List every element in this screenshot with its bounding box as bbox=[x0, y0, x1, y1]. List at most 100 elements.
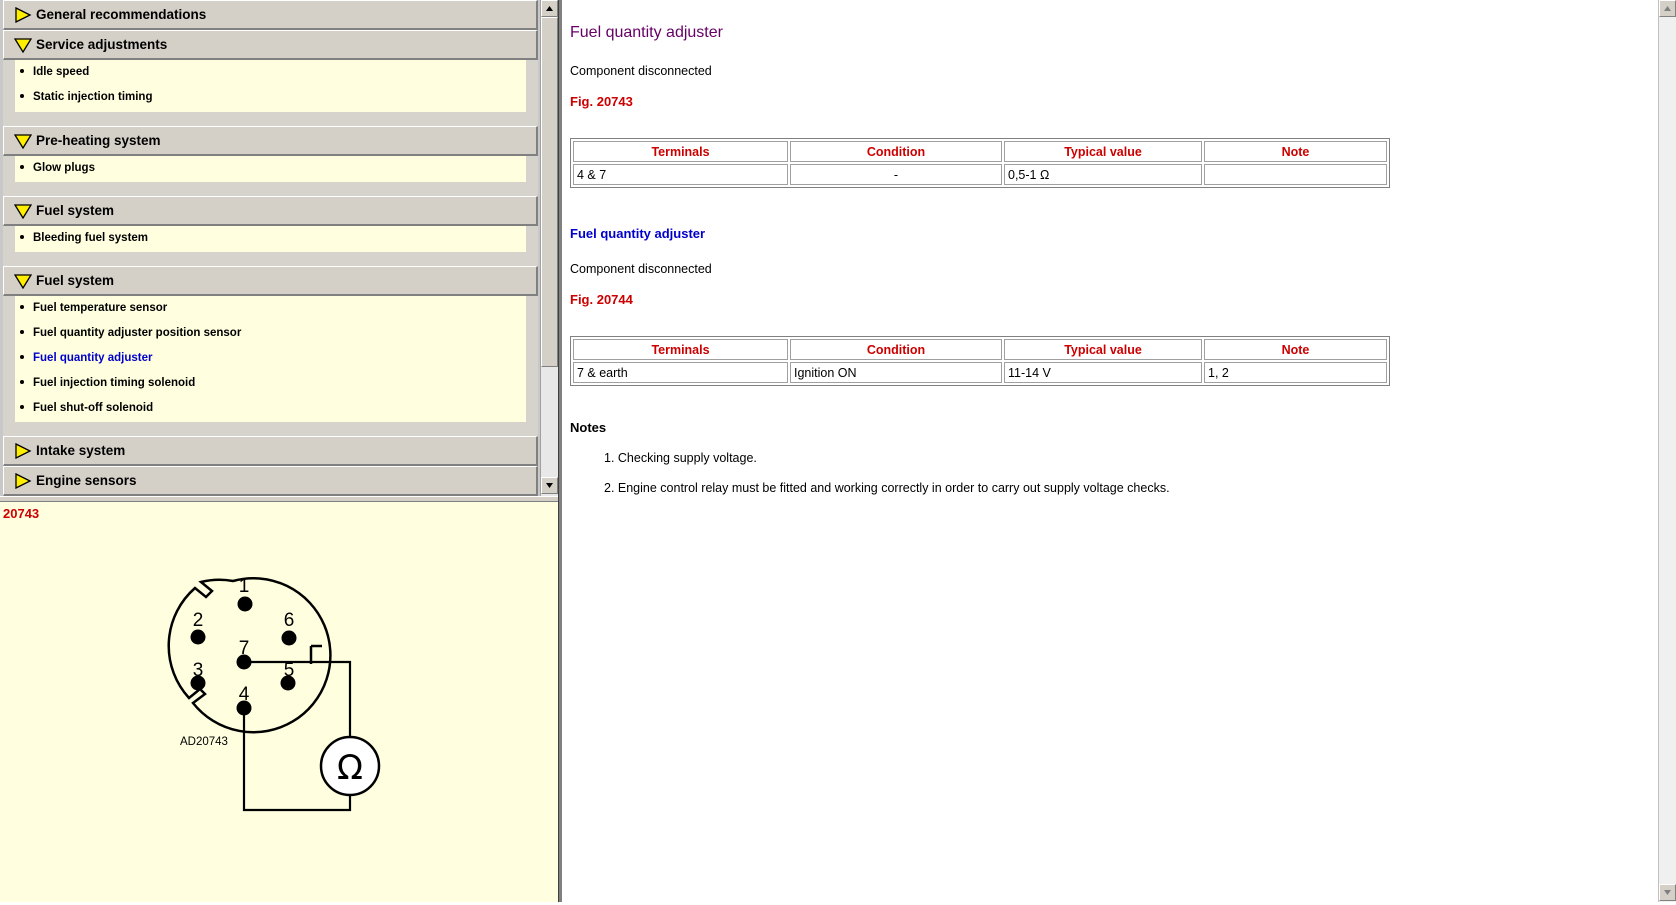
nav-item-fuel-temperature-sensor[interactable]: Fuel temperature sensor bbox=[20, 297, 167, 319]
pin-label: 1 bbox=[239, 576, 250, 597]
nav-item-bleeding-fuel-system[interactable]: Bleeding fuel system bbox=[20, 227, 148, 249]
wire-pin7 bbox=[244, 660, 352, 738]
pin-6 bbox=[281, 630, 297, 646]
notes-heading: Notes bbox=[570, 420, 607, 435]
pin-label: 3 bbox=[193, 660, 204, 681]
expand-arrow-icon bbox=[15, 473, 32, 489]
nav-item-fuel-quantity-adjuster-position-sensor[interactable]: Fuel quantity adjuster position sensor bbox=[20, 322, 241, 344]
pin-1 bbox=[237, 596, 253, 612]
nav-section-title: Fuel system bbox=[36, 203, 115, 218]
table-header: Note bbox=[1204, 339, 1387, 360]
nav-item-label: Idle speed bbox=[33, 66, 90, 78]
note-item: 2. Engine control relay must be fitted a… bbox=[604, 481, 1170, 495]
table-header: Terminals bbox=[573, 141, 788, 162]
table-header: Typical value bbox=[1004, 141, 1202, 162]
nav-section-intake-system[interactable]: Intake system bbox=[3, 436, 538, 466]
table-header: Note bbox=[1204, 141, 1387, 162]
nav-item-label: Fuel temperature sensor bbox=[33, 302, 168, 314]
table-header: Condition bbox=[790, 339, 1002, 360]
nav-section-title: Intake system bbox=[36, 443, 126, 458]
bullet-icon bbox=[20, 404, 24, 409]
nav-items-box: Fuel temperature sensor Fuel quantity ad… bbox=[15, 296, 526, 422]
nav-item-fuel-shut-off-solenoid[interactable]: Fuel shut-off solenoid bbox=[20, 397, 153, 419]
scroll-up-button[interactable] bbox=[541, 0, 558, 17]
figure-pane: 20743 1 2 3 4 5 6 7 Ω AD20743 bbox=[0, 502, 558, 902]
nav-scrollbar[interactable] bbox=[540, 0, 558, 496]
nav-items-box: Glow plugs bbox=[15, 156, 526, 182]
nav-items-box: Bleeding fuel system bbox=[15, 226, 526, 252]
scroll-down-button[interactable] bbox=[541, 477, 558, 494]
nav-section-service-adjustments[interactable]: Service adjustments bbox=[3, 30, 538, 60]
scroll-up-button[interactable] bbox=[1659, 0, 1676, 17]
nav-item-idle-speed[interactable]: Idle speed bbox=[20, 61, 89, 83]
figure-link[interactable]: Fig. 20743 bbox=[570, 94, 633, 109]
up-arrow-icon bbox=[546, 6, 553, 11]
nav-item-fuel-quantity-adjuster[interactable]: Fuel quantity adjuster bbox=[20, 347, 153, 369]
collapse-arrow-icon bbox=[14, 204, 32, 219]
table-row: 7 & earth Ignition ON 11-14 V 1, 2 bbox=[573, 362, 1387, 383]
up-arrow-icon bbox=[1664, 6, 1671, 11]
nav-section-fuel-system-1[interactable]: Fuel system bbox=[3, 196, 538, 226]
nav-section-engine-sensors[interactable]: Engine sensors bbox=[3, 466, 538, 496]
nav-item-label: Glow plugs bbox=[33, 162, 95, 174]
table-cell: 7 & earth bbox=[573, 362, 788, 383]
measurement-table-2: Terminals Condition Typical value Note 7… bbox=[570, 336, 1390, 386]
expand-arrow-icon bbox=[15, 443, 32, 459]
bullet-icon bbox=[20, 164, 24, 169]
table-cell: Ignition ON bbox=[790, 362, 1002, 383]
down-arrow-icon bbox=[546, 483, 553, 488]
pin-label: 7 bbox=[239, 638, 250, 659]
nav-items-box: Idle speed Static injection timing bbox=[15, 60, 526, 112]
nav-section-fuel-system-2[interactable]: Fuel system bbox=[3, 266, 538, 296]
nav-item-label: Static injection timing bbox=[33, 91, 153, 103]
nav-item-glow-plugs[interactable]: Glow plugs bbox=[20, 157, 95, 179]
nav-section-items: Glow plugs bbox=[3, 156, 538, 196]
condition-text: Component disconnected bbox=[570, 64, 712, 78]
nav-section-pre-heating-system[interactable]: Pre-heating system bbox=[3, 126, 538, 156]
pin-label: 4 bbox=[239, 684, 250, 705]
collapse-arrow-icon bbox=[14, 38, 32, 53]
nav-tree: General recommendations Service adjustme… bbox=[0, 0, 540, 496]
nav-section-items: Bleeding fuel system bbox=[3, 226, 538, 266]
expand-arrow-icon bbox=[15, 7, 32, 23]
table-header: Condition bbox=[790, 141, 1002, 162]
nav-section-title: General recommendations bbox=[36, 7, 207, 22]
scroll-down-button[interactable] bbox=[1659, 884, 1676, 901]
pin-2 bbox=[190, 629, 206, 645]
page-title: Fuel quantity adjuster bbox=[570, 24, 723, 41]
bullet-icon bbox=[20, 379, 24, 384]
nav-section-title: Engine sensors bbox=[36, 473, 137, 488]
table-cell: 11-14 V bbox=[1004, 362, 1202, 383]
table-row: 4 & 7 - 0,5-1 Ω bbox=[573, 164, 1387, 185]
table-header: Typical value bbox=[1004, 339, 1202, 360]
pin-label: 2 bbox=[193, 610, 204, 631]
table-cell: - bbox=[790, 164, 1002, 185]
content-scrollbar[interactable] bbox=[1658, 0, 1676, 902]
nav-item-label: Fuel quantity adjuster bbox=[33, 352, 153, 364]
nav-item-label: Bleeding fuel system bbox=[33, 232, 149, 244]
nav-item-fuel-injection-timing-solenoid[interactable]: Fuel injection timing solenoid bbox=[20, 372, 195, 394]
figure-link[interactable]: Fig. 20744 bbox=[570, 292, 633, 307]
table-header: Terminals bbox=[573, 339, 788, 360]
bullet-icon bbox=[20, 354, 24, 359]
collapse-arrow-icon bbox=[14, 274, 32, 289]
bullet-icon bbox=[20, 93, 24, 98]
nav-item-static-injection-timing[interactable]: Static injection timing bbox=[20, 86, 152, 108]
down-arrow-icon bbox=[1664, 890, 1671, 895]
nav-section-general-recommendations[interactable]: General recommendations bbox=[3, 0, 538, 30]
nav-item-label: Fuel quantity adjuster position sensor bbox=[33, 327, 242, 339]
bullet-icon bbox=[20, 304, 24, 309]
section-subtitle: Fuel quantity adjuster bbox=[570, 226, 706, 241]
bullet-icon bbox=[20, 68, 24, 73]
ohm-symbol: Ω bbox=[337, 748, 363, 788]
bullet-icon bbox=[20, 234, 24, 239]
nav-item-label: Fuel shut-off solenoid bbox=[33, 402, 154, 414]
pin-label: 6 bbox=[284, 610, 295, 631]
nav-section-title: Fuel system bbox=[36, 273, 115, 288]
content-pane: Fuel quantity adjuster Component disconn… bbox=[562, 0, 1658, 902]
condition-text: Component disconnected bbox=[570, 262, 712, 276]
scroll-thumb[interactable] bbox=[541, 17, 558, 367]
nav-section-title: Service adjustments bbox=[36, 37, 168, 52]
measurement-table-1: Terminals Condition Typical value Note 4… bbox=[570, 138, 1390, 188]
table-cell: 0,5-1 Ω bbox=[1004, 164, 1202, 185]
